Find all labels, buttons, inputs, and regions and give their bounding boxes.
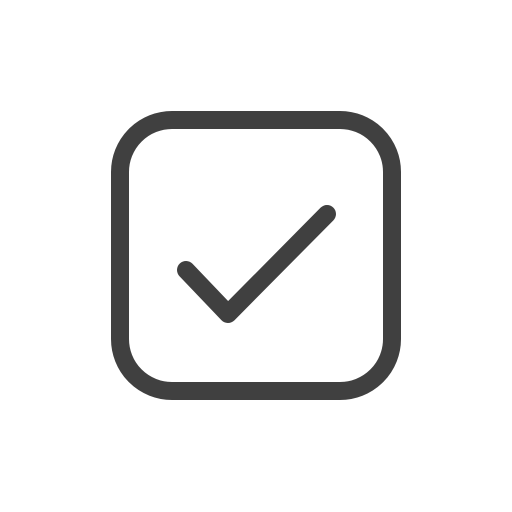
checkbox-checked-icon[interactable] <box>0 0 512 512</box>
checkmark-icon <box>177 205 336 323</box>
checkbox-outline <box>111 111 401 400</box>
icon-canvas <box>0 0 512 512</box>
